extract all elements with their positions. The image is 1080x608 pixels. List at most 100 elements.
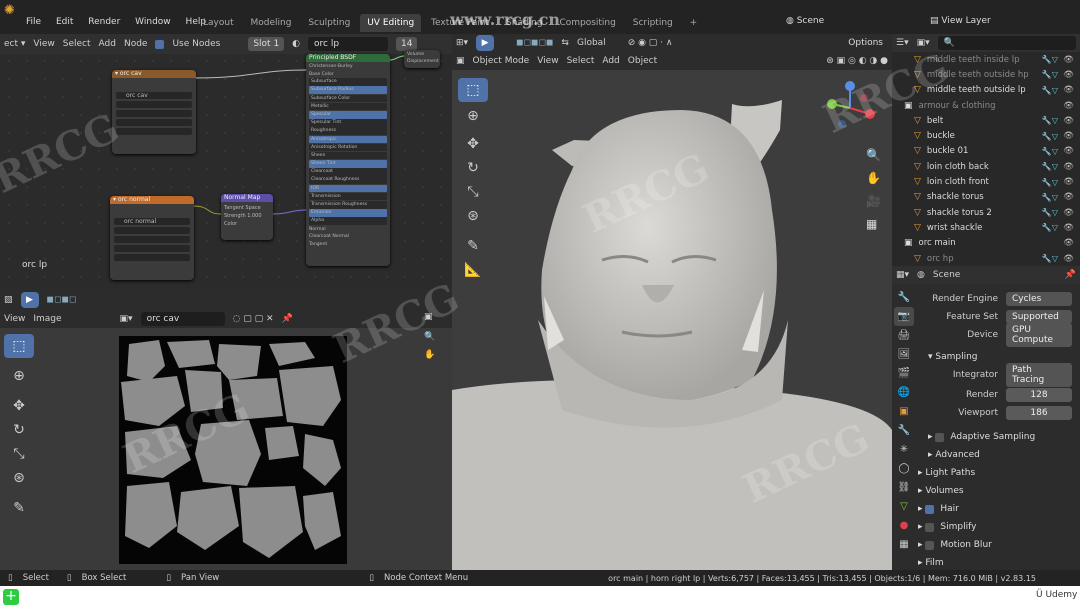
tab-layout[interactable]: Layout: [196, 14, 241, 32]
data-tab-icon[interactable]: ▽: [894, 497, 914, 516]
visibility-eye-icon[interactable]: 👁: [1063, 146, 1074, 156]
world-tab-icon[interactable]: 🌐: [894, 383, 914, 402]
outliner-item[interactable]: ▽ middle teeth inside lp 🔧▽ 👁: [892, 52, 1080, 67]
volumes-section[interactable]: ▸ Volumes: [918, 482, 1080, 500]
motion-blur-checkbox[interactable]: [925, 540, 935, 550]
outliner-item[interactable]: ▽ belt 🔧▽ 👁: [892, 113, 1080, 128]
editor-type-icon[interactable]: ☰▾: [896, 38, 909, 48]
constraints-tab-icon[interactable]: ⛓: [894, 478, 914, 497]
view-layer-tab-icon[interactable]: 🖼: [894, 345, 914, 364]
rotate-icon[interactable]: ↻: [4, 418, 34, 442]
render-tab-icon[interactable]: 📷: [894, 307, 914, 326]
uv-menu-image[interactable]: Image: [33, 314, 61, 324]
motion-blur-section[interactable]: ▸ Motion Blur: [918, 536, 1080, 554]
annotate-icon[interactable]: ✎: [4, 496, 34, 520]
modifier-icon[interactable]: 🔧▽: [1042, 86, 1058, 95]
image-fake-user-icon[interactable]: ◌ ▢ ▢ ✕: [233, 314, 274, 324]
select-modes-icon[interactable]: ◼◻◼◻◼: [516, 38, 553, 48]
image-name-field[interactable]: orc cav: [140, 312, 225, 326]
visibility-eye-icon[interactable]: 👁: [1063, 238, 1074, 248]
pin-icon[interactable]: 📌: [1065, 270, 1076, 280]
outliner-item[interactable]: ▽ middle teeth outside hp 🔧▽ 👁: [892, 67, 1080, 82]
tab-sculpting[interactable]: Sculpting: [301, 14, 357, 32]
particles-tab-icon[interactable]: ✳: [894, 440, 914, 459]
blender-logo-icon[interactable]: ✺: [4, 3, 24, 19]
pan-hand-icon[interactable]: ✋: [424, 350, 435, 360]
adaptive-checkbox[interactable]: [935, 432, 945, 442]
visibility-eye-icon[interactable]: 👁: [1063, 254, 1074, 264]
shading-icons[interactable]: ⊛ ▣ ◎ ◐ ◑ ●: [826, 56, 888, 66]
outliner[interactable]: ☰▾ ▣▾ 🔍 ▽ middle teeth inside lp 🔧▽ 👁 ▽ middl…: [892, 34, 1080, 266]
outliner-item[interactable]: ▣ orc main 👁: [892, 236, 1080, 251]
visibility-eye-icon[interactable]: 👁: [1063, 131, 1074, 141]
move-icon[interactable]: ✥: [4, 394, 34, 418]
camera-icon[interactable]: 🎥: [866, 190, 881, 213]
modifier-tab-icon[interactable]: 🔧: [894, 421, 914, 440]
visibility-eye-icon[interactable]: 👁: [1063, 85, 1074, 95]
visibility-eye-icon[interactable]: 👁: [1063, 208, 1074, 218]
tab-scripting[interactable]: Scripting: [626, 14, 680, 32]
device-dropdown[interactable]: GPU Compute: [1006, 323, 1072, 347]
hair-checkbox[interactable]: [925, 504, 935, 514]
select-box-icon[interactable]: ⬚: [4, 334, 34, 358]
uv-image[interactable]: [119, 336, 347, 564]
visibility-eye-icon[interactable]: 👁: [1063, 223, 1074, 233]
output-tab-icon[interactable]: 🖨: [894, 326, 914, 345]
node-editor[interactable]: ect ▾ View Select Add Node Use Nodes Slo…: [0, 34, 452, 290]
pan-hand-icon[interactable]: ✋: [866, 167, 881, 190]
modifier-icon[interactable]: 🔧▽: [1042, 162, 1058, 171]
cursor-icon[interactable]: ⊕: [4, 364, 34, 388]
outliner-item[interactable]: ▽ buckle 01 🔧▽ 👁: [892, 144, 1080, 159]
modifier-icon[interactable]: 🔧▽: [1042, 147, 1058, 156]
modifier-icon[interactable]: 🔧▽: [1042, 254, 1058, 263]
outliner-item[interactable]: ▽ orc hp 🔧▽ 👁: [892, 251, 1080, 266]
outliner-item[interactable]: ▽ loin cloth front 🔧▽ 👁: [892, 174, 1080, 189]
material-tab-icon[interactable]: ●: [894, 516, 914, 535]
vp-menu-view[interactable]: View: [537, 56, 558, 66]
navigation-gizmo[interactable]: [820, 78, 880, 138]
modifier-icon[interactable]: 🔧▽: [1042, 55, 1058, 64]
select-mode-icon[interactable]: ▶: [20, 292, 39, 308]
outliner-item[interactable]: ▽ middle teeth outside lp 🔧▽ 👁: [892, 83, 1080, 98]
tab-texture-paint[interactable]: Texture Paint: [424, 14, 496, 32]
view-layer-selector[interactable]: ▤ View Layer: [930, 16, 991, 26]
uv-select-modes-icon[interactable]: ◼◻◼◻: [47, 295, 77, 305]
visibility-eye-icon[interactable]: 👁: [1063, 192, 1074, 202]
modifier-icon[interactable]: 🔧▽: [1042, 223, 1058, 232]
scale-icon[interactable]: ⤡: [4, 442, 34, 466]
transform-orientation-icon[interactable]: ⇆: [561, 38, 569, 48]
outliner-item[interactable]: ▽ buckle 🔧▽ 👁: [892, 128, 1080, 143]
plus-icon[interactable]: +: [3, 589, 19, 605]
visibility-eye-icon[interactable]: 👁: [1063, 70, 1074, 80]
filter-icon[interactable]: ▣▾: [917, 38, 930, 48]
object-tab-icon[interactable]: ▣: [894, 402, 914, 421]
outliner-item[interactable]: ▽ shackle torus 🔧▽ 👁: [892, 190, 1080, 205]
uv-menu-view[interactable]: View: [4, 314, 25, 324]
visibility-eye-icon[interactable]: 👁: [1063, 177, 1074, 187]
editor-type-icon[interactable]: ▧: [4, 295, 13, 305]
pin-icon[interactable]: 📌: [282, 314, 293, 324]
physics-tab-icon[interactable]: ◯: [894, 459, 914, 478]
modifier-icon[interactable]: 🔧▽: [1042, 208, 1058, 217]
display-icon[interactable]: ▣: [424, 312, 435, 322]
image-browse-icon[interactable]: ▣▾: [120, 314, 133, 324]
render-engine-dropdown[interactable]: Cycles: [1006, 292, 1072, 306]
visibility-eye-icon[interactable]: 👁: [1063, 101, 1074, 111]
feature-set-dropdown[interactable]: Supported: [1006, 310, 1072, 324]
viewport-samples-field[interactable]: 186: [1006, 406, 1072, 420]
menu-file[interactable]: File: [26, 17, 41, 27]
transform-orientation[interactable]: Global: [577, 38, 606, 48]
simplify-checkbox[interactable]: [925, 522, 935, 532]
simplify-section[interactable]: ▸ Simplify: [918, 518, 1080, 536]
zoom-icon[interactable]: 🔍: [866, 144, 881, 167]
tab-compositing[interactable]: Compositing: [552, 14, 622, 32]
modifier-icon[interactable]: 🔧▽: [1042, 193, 1058, 202]
outliner-search[interactable]: 🔍: [937, 36, 1076, 50]
scene-selector[interactable]: ◍ Scene: [786, 16, 824, 26]
hair-section[interactable]: ▸ Hair: [918, 500, 1080, 518]
vp-menu-select[interactable]: Select: [567, 56, 595, 66]
modifier-icon[interactable]: 🔧▽: [1042, 70, 1058, 79]
transform-icon[interactable]: ⊛: [4, 466, 34, 490]
vp-menu-add[interactable]: Add: [602, 56, 619, 66]
advanced-section[interactable]: ▸ Advanced: [918, 446, 1080, 464]
